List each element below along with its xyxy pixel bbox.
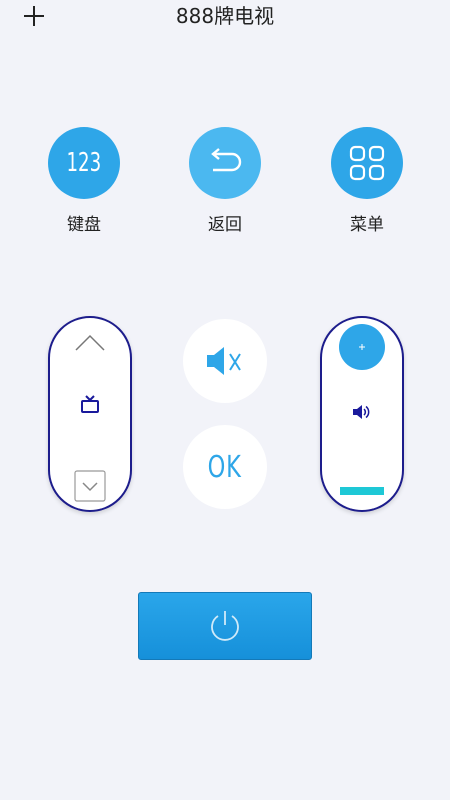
speaker-icon [353,405,370,419]
channel-control [48,316,132,512]
tv-icon [81,395,99,413]
keyboard-button[interactable]: 123 [48,127,120,199]
mute-speaker-icon [207,347,241,375]
minus-bar-icon [340,487,384,495]
volume-up-button[interactable] [339,324,385,370]
volume-down-button[interactable] [340,482,384,495]
chevron-up-icon [75,334,105,351]
menu-button[interactable] [331,127,403,199]
mute-button[interactable] [183,319,267,403]
menu-label: 菜单 [350,215,384,235]
volume-control [320,316,404,512]
grid-menu-icon [349,145,385,181]
power-button[interactable] [138,592,312,660]
keyboard-number-icon: 123 [66,148,102,178]
ok-button[interactable]: OK [183,425,267,509]
page-title: 888牌电视 [175,4,275,28]
keyboard-label: 键盘 [67,215,101,235]
power-icon [211,611,239,641]
plus-icon [359,344,365,350]
ok-label: OK [208,449,242,485]
back-label: 返回 [208,215,242,235]
tv-source-button[interactable] [78,394,102,416]
back-button[interactable] [189,127,261,199]
channel-up-button[interactable] [70,328,110,358]
channel-down-button[interactable] [74,470,106,502]
return-arrow-icon [211,148,242,172]
volume-indicator [351,402,373,422]
chevron-down-icon [74,470,106,502]
